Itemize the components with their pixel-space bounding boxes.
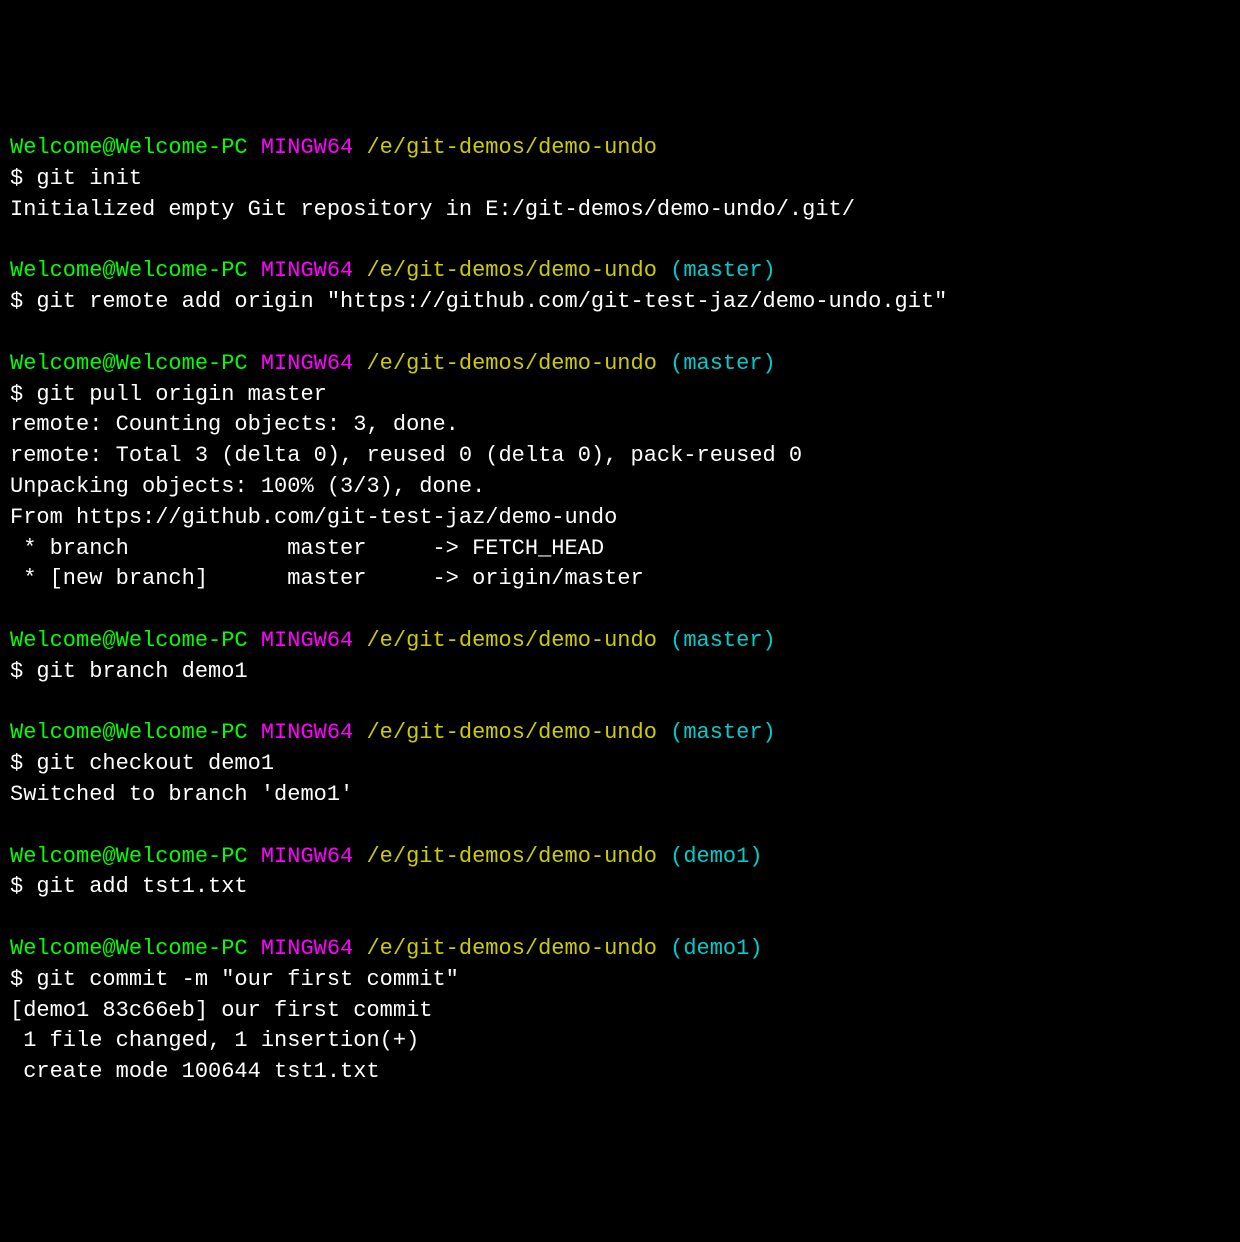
- user-host: Welcome@Welcome-PC: [10, 628, 248, 653]
- user-host: Welcome@Welcome-PC: [10, 135, 248, 160]
- prompt-line: Welcome@Welcome-PC MINGW64 /e/git-demos/…: [10, 626, 1230, 657]
- output-line: 1 file changed, 1 insertion(+): [10, 1026, 1230, 1057]
- user-host: Welcome@Welcome-PC: [10, 258, 248, 283]
- prompt-line: Welcome@Welcome-PC MINGW64 /e/git-demos/…: [10, 256, 1230, 287]
- prompt-line: Welcome@Welcome-PC MINGW64 /e/git-demos/…: [10, 349, 1230, 380]
- blank-line: [10, 595, 1230, 626]
- system-label: MINGW64: [261, 351, 353, 376]
- git-branch: (master): [670, 628, 776, 653]
- system-label: MINGW64: [261, 628, 353, 653]
- output-line: From https://github.com/git-test-jaz/dem…: [10, 503, 1230, 534]
- output-line: remote: Total 3 (delta 0), reused 0 (del…: [10, 441, 1230, 472]
- blank-line: [10, 226, 1230, 257]
- command-line[interactable]: $ git branch demo1: [10, 657, 1230, 688]
- git-branch: (master): [670, 720, 776, 745]
- cwd-path: /e/git-demos/demo-undo: [366, 258, 656, 283]
- blank-line: [10, 903, 1230, 934]
- user-host: Welcome@Welcome-PC: [10, 720, 248, 745]
- system-label: MINGW64: [261, 720, 353, 745]
- prompt-line: Welcome@Welcome-PC MINGW64 /e/git-demos/…: [10, 842, 1230, 873]
- output-line: * [new branch] master -> origin/master: [10, 564, 1230, 595]
- blank-line: [10, 688, 1230, 719]
- command-line[interactable]: $ git add tst1.txt: [10, 872, 1230, 903]
- blank-line: [10, 811, 1230, 842]
- command-line[interactable]: $ git remote add origin "https://github.…: [10, 287, 1230, 318]
- cwd-path: /e/git-demos/demo-undo: [366, 720, 656, 745]
- cwd-path: /e/git-demos/demo-undo: [366, 135, 656, 160]
- blank-line: [10, 318, 1230, 349]
- output-line: remote: Counting objects: 3, done.: [10, 410, 1230, 441]
- cwd-path: /e/git-demos/demo-undo: [366, 936, 656, 961]
- command-line[interactable]: $ git pull origin master: [10, 380, 1230, 411]
- cwd-path: /e/git-demos/demo-undo: [366, 351, 656, 376]
- command-line[interactable]: $ git checkout demo1: [10, 749, 1230, 780]
- git-branch: (master): [670, 258, 776, 283]
- git-branch: (master): [670, 351, 776, 376]
- system-label: MINGW64: [261, 936, 353, 961]
- git-branch: (demo1): [670, 844, 762, 869]
- output-line: Unpacking objects: 100% (3/3), done.: [10, 472, 1230, 503]
- prompt-line: Welcome@Welcome-PC MINGW64 /e/git-demos/…: [10, 934, 1230, 965]
- terminal-window[interactable]: Welcome@Welcome-PC MINGW64 /e/git-demos/…: [10, 133, 1230, 1088]
- user-host: Welcome@Welcome-PC: [10, 351, 248, 376]
- cwd-path: /e/git-demos/demo-undo: [366, 844, 656, 869]
- user-host: Welcome@Welcome-PC: [10, 936, 248, 961]
- command-line[interactable]: $ git init: [10, 164, 1230, 195]
- output-line: Initialized empty Git repository in E:/g…: [10, 195, 1230, 226]
- output-line: Switched to branch 'demo1': [10, 780, 1230, 811]
- system-label: MINGW64: [261, 258, 353, 283]
- prompt-line: Welcome@Welcome-PC MINGW64 /e/git-demos/…: [10, 718, 1230, 749]
- output-line: * branch master -> FETCH_HEAD: [10, 534, 1230, 565]
- git-branch: (demo1): [670, 936, 762, 961]
- output-line: [demo1 83c66eb] our first commit: [10, 996, 1230, 1027]
- cwd-path: /e/git-demos/demo-undo: [366, 628, 656, 653]
- prompt-line: Welcome@Welcome-PC MINGW64 /e/git-demos/…: [10, 133, 1230, 164]
- system-label: MINGW64: [261, 844, 353, 869]
- command-line[interactable]: $ git commit -m "our first commit": [10, 965, 1230, 996]
- system-label: MINGW64: [261, 135, 353, 160]
- output-line: create mode 100644 tst1.txt: [10, 1057, 1230, 1088]
- user-host: Welcome@Welcome-PC: [10, 844, 248, 869]
